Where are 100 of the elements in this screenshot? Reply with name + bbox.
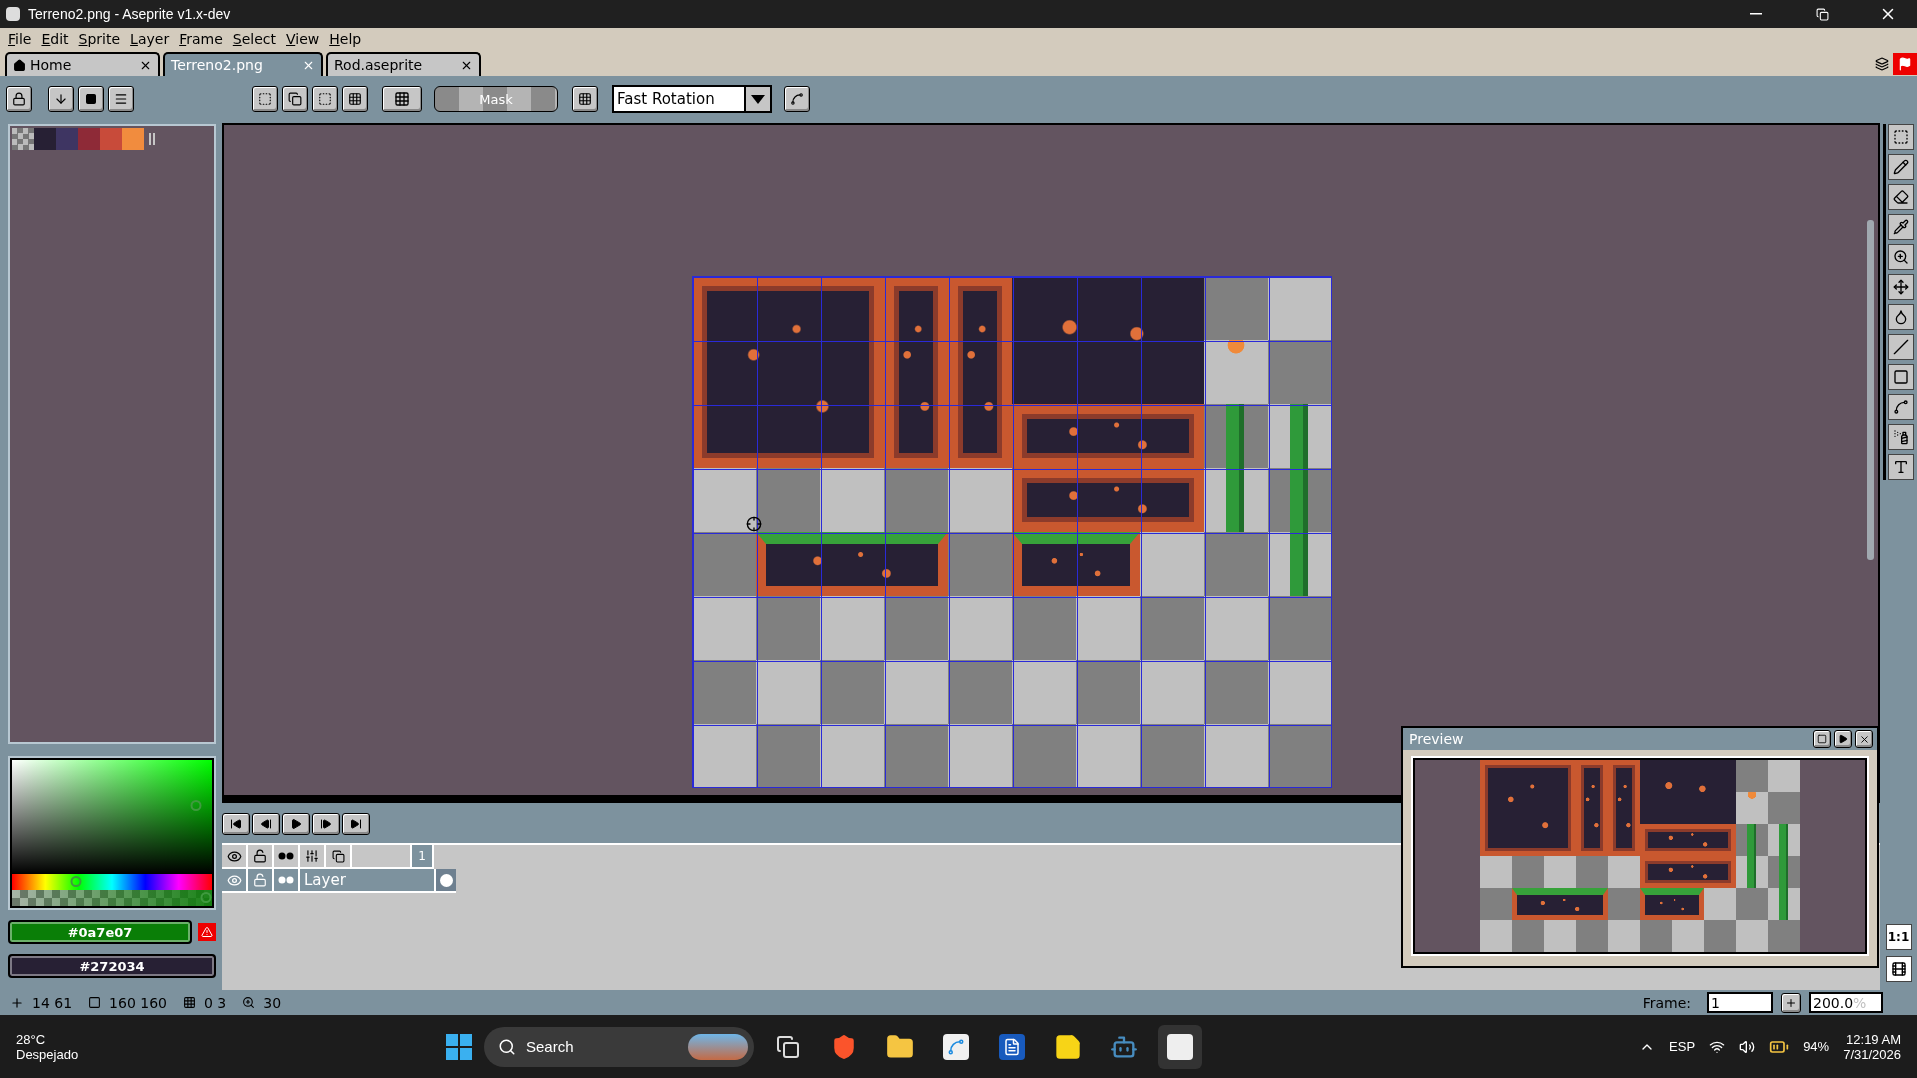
windows-logo-icon[interactable]: [446, 1033, 472, 1060]
lock-button[interactable]: [6, 86, 32, 112]
grid-icon: [183, 996, 196, 1009]
plus-icon: [1785, 996, 1797, 1009]
visibility-header-cell[interactable]: [222, 845, 248, 869]
foreground-color-button[interactable]: #0a7e07: [8, 920, 192, 944]
tool-button[interactable]: [1888, 424, 1914, 450]
color-swatch[interactable]: [56, 128, 78, 150]
tool-button[interactable]: [1888, 454, 1914, 480]
down-arrow-button[interactable]: [48, 86, 74, 112]
layers-header-cell[interactable]: [326, 845, 352, 869]
menu-item[interactable]: Edit: [39, 31, 77, 47]
rotation-dropdown[interactable]: Fast Rotation: [612, 85, 772, 113]
tool-button[interactable]: [1888, 244, 1914, 270]
grid-button[interactable]: [572, 86, 598, 112]
tool-button[interactable]: [1888, 184, 1914, 210]
play-button[interactable]: [282, 813, 310, 835]
background-color-button[interactable]: #272034: [8, 954, 216, 978]
first-frame-button[interactable]: [222, 813, 250, 835]
menu-item[interactable]: Select: [230, 31, 284, 47]
tool-button[interactable]: [1888, 274, 1914, 300]
menu-item[interactable]: File: [6, 31, 40, 47]
selection-mode-button[interactable]: [282, 86, 308, 112]
dropdown-caret-button[interactable]: [744, 87, 770, 111]
onion-skin-header-cell[interactable]: [274, 845, 300, 869]
square-button[interactable]: [78, 86, 104, 112]
marquee-icon: [1893, 129, 1909, 145]
transparent-swatch[interactable]: [12, 128, 34, 150]
close-button[interactable]: [1855, 730, 1873, 748]
resize-grip-icon[interactable]: [149, 133, 155, 145]
actual-size-button[interactable]: 1:1: [1885, 924, 1912, 950]
language-indicator[interactable]: ESP: [1669, 1039, 1696, 1054]
caret-icon: [751, 94, 765, 104]
document-tab[interactable]: Home: [5, 52, 160, 76]
tool-button[interactable]: [1888, 364, 1914, 390]
last-frame-button[interactable]: [342, 813, 370, 835]
zoom-field[interactable]: 200.0%: [1809, 992, 1883, 1013]
square-icon: [85, 93, 97, 105]
volume-icon[interactable]: [1739, 1038, 1756, 1055]
tool-button[interactable]: [1888, 304, 1914, 330]
tool-button[interactable]: [1888, 214, 1914, 240]
selection-mode-button[interactable]: [342, 86, 368, 112]
previous-frame-icon: [260, 818, 272, 830]
line-icon: [1893, 339, 1909, 355]
cel-marker[interactable]: [436, 869, 456, 893]
color-swatch[interactable]: [122, 128, 144, 150]
dashed-square-icon: [318, 92, 332, 106]
lock-header-cell[interactable]: [248, 845, 274, 869]
sliders-icon: [305, 849, 319, 863]
timeline-toggle-button[interactable]: [1885, 956, 1912, 982]
maximize-button[interactable]: [1813, 730, 1831, 748]
transparent-color-button[interactable]: [382, 86, 422, 112]
menu-item[interactable]: Sprite: [76, 31, 129, 47]
cursor-position-icon: [10, 995, 24, 1010]
tool-button[interactable]: [1888, 394, 1914, 420]
slider-thumb[interactable]: [200, 892, 212, 903]
search-field[interactable]: Search: [484, 1026, 754, 1067]
pivot-button[interactable]: [784, 86, 810, 112]
tool-button[interactable]: [1888, 124, 1914, 150]
menu-item[interactable]: Help: [327, 31, 370, 47]
frame-label: Frame:: [1642, 994, 1691, 1011]
battery-level: 94%: [1803, 1039, 1830, 1054]
visibility-toggle[interactable]: [222, 869, 248, 893]
selection-mode-button[interactable]: [252, 86, 278, 112]
square-icon: [1817, 734, 1827, 744]
color-swatch[interactable]: [34, 128, 56, 150]
selection-mode-button[interactable]: [312, 86, 338, 112]
warning-icon[interactable]: [198, 923, 216, 941]
text-tool-icon: [1893, 459, 1909, 475]
temperature: 28°C: [16, 1031, 47, 1047]
panel-icon[interactable]: [1875, 57, 1889, 71]
cursor-position: 14 61: [32, 994, 73, 1011]
menu-item[interactable]: View: [284, 31, 328, 47]
curve-icon: [1893, 399, 1909, 415]
menu-item[interactable]: Frame: [177, 31, 231, 47]
play-icon: [290, 818, 302, 830]
add-frame-button[interactable]: [1781, 992, 1801, 1013]
alpha-slider[interactable]: [10, 890, 214, 908]
menu-item[interactable]: Layer: [128, 31, 178, 47]
previous-frame-button[interactable]: [252, 813, 280, 835]
curve-icon: [790, 92, 804, 106]
color-swatch[interactable]: [100, 128, 122, 150]
color-field[interactable]: [10, 758, 214, 874]
flag-icon[interactable]: [1893, 53, 1917, 75]
menu-button[interactable]: [108, 86, 134, 112]
lock-toggle[interactable]: [248, 869, 274, 893]
next-frame-button[interactable]: [312, 813, 340, 835]
play-button[interactable]: [1834, 730, 1852, 748]
tool-button[interactable]: [1888, 154, 1914, 180]
scrollbar-thumb[interactable]: [1867, 220, 1874, 560]
onion-toggle[interactable]: [274, 869, 300, 893]
frame-field[interactable]: 1: [1707, 992, 1773, 1013]
document-tab[interactable]: Rod.aseprite: [326, 52, 481, 76]
clock[interactable]: 12:19 AM 7/31/2026: [1843, 1031, 1901, 1062]
tool-button[interactable]: [1888, 334, 1914, 360]
hue-slider[interactable]: [10, 874, 214, 890]
color-swatch[interactable]: [78, 128, 100, 150]
lock-icon: [12, 92, 26, 106]
slider-thumb[interactable]: [70, 876, 82, 887]
link-cels-header-cell[interactable]: [300, 845, 326, 869]
